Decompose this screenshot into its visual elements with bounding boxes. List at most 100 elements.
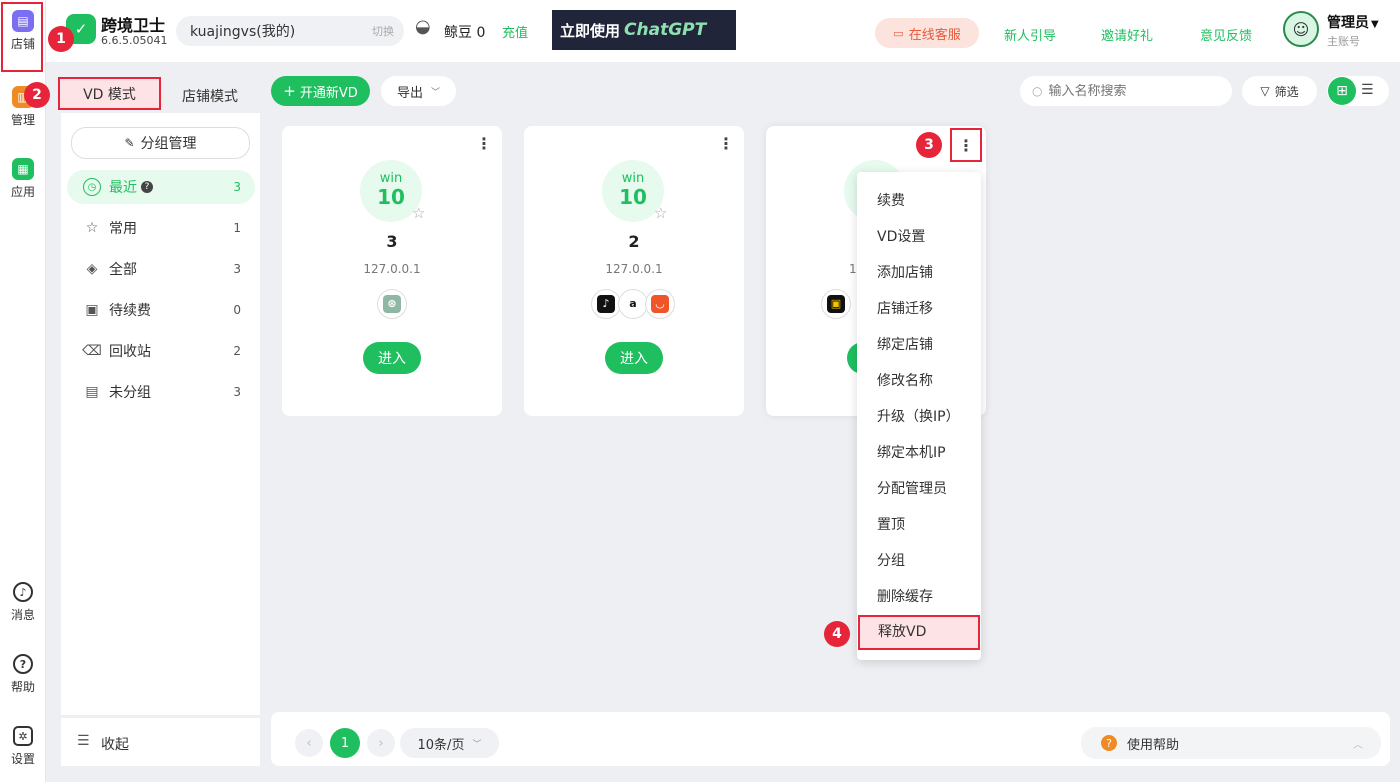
sidebar-item-pending-renewal[interactable]: ▣ 待续费 0 [67, 293, 255, 327]
page-number-current[interactable]: 1 [330, 728, 360, 758]
star-icon: ☆ [85, 220, 99, 236]
chatgpt-icon: ⊛ [377, 289, 407, 319]
rail-label: 管理 [10, 113, 35, 127]
tab-vd-mode[interactable]: VD 模式 [58, 77, 161, 110]
user-name: 管理员 [1327, 15, 1369, 31]
chevron-down-icon: ﹀ [431, 87, 441, 98]
vd-card[interactable]: ⋮ win 10 ☆ 3 127.0.0.1 ⊛ 进入 [282, 126, 502, 416]
group-manage-button[interactable]: ✎ 分组管理 [71, 127, 250, 159]
edit-icon: ✎ [124, 136, 135, 150]
menu-item-add-shop[interactable]: 添加店铺 [877, 255, 933, 291]
menu-item-migrate-shop[interactable]: 店铺迁移 [877, 291, 933, 327]
amazon-icon: a [618, 289, 648, 319]
view-toggle: ⊞ ☰ [1327, 76, 1389, 106]
recharge-link[interactable]: 充值 [502, 22, 528, 41]
os-name: win [621, 171, 645, 186]
shopee-icon: ▣ [821, 289, 851, 319]
collapse-sidebar-button[interactable]: ☰ 收起 [61, 718, 260, 766]
marker-1: 1 [48, 26, 74, 52]
new-vd-button[interactable]: + 开通新VD [271, 76, 370, 106]
app-version: 6.6.5.05041 [101, 34, 168, 47]
left-rail: ▤ 店铺 ▥ 管理 ▦ 应用 ♪ 消息 ? 帮助 ✲ 设置 [0, 0, 46, 782]
menu-item-group[interactable]: 分组 [877, 543, 905, 579]
next-page-button[interactable]: › [367, 729, 395, 757]
menu-item-vd-settings[interactable]: VD设置 [877, 219, 925, 255]
marker-2: 2 [24, 82, 50, 108]
highlight-box-1 [1, 2, 43, 72]
account-switcher[interactable]: kuajingvs(我的) 切换 [176, 16, 404, 46]
rail-item-messages[interactable]: ♪ 消息 [0, 582, 46, 623]
vd-card[interactable]: ⋮ win 10 ☆ 2 127.0.0.1 ♪ a ◡ 进入 [524, 126, 744, 416]
enter-button[interactable]: 进入 [605, 342, 663, 374]
sidebar-item-label: 回收站 [109, 344, 151, 360]
chevron-down-icon: ﹀ [472, 739, 482, 750]
sidebar-item-favorites[interactable]: ☆ 常用 1 [67, 211, 255, 245]
menu-item-assign-admin[interactable]: 分配管理员 [877, 471, 947, 507]
filter-button[interactable]: ▽ 筛选 [1242, 76, 1317, 106]
rail-item-apps[interactable]: ▦ 应用 [0, 158, 46, 200]
help-circle-icon: ? [1101, 735, 1117, 751]
gear-icon: ✲ [13, 726, 33, 746]
list-view-icon[interactable]: ☰ [1361, 82, 1374, 98]
vd-ip: 127.0.0.1 [605, 262, 663, 276]
sidebar-item-recent[interactable]: ◷ 最近 ? 3 [67, 170, 255, 204]
favorite-star-icon[interactable]: ☆ [412, 204, 425, 222]
more-menu-icon[interactable]: ⋮ [950, 128, 982, 162]
new-user-guide-link[interactable]: 新人引导 [1004, 25, 1056, 44]
enter-button[interactable]: 进入 [363, 342, 421, 374]
marker-4: 4 [824, 621, 850, 647]
menu-item-renew[interactable]: 续费 [877, 183, 905, 219]
favorite-star-icon[interactable]: ☆ [654, 204, 667, 222]
trash-icon: ⌫ [82, 343, 102, 359]
sidebar-item-label: 常用 [109, 221, 137, 237]
menu-item-bind-shop[interactable]: 绑定店铺 [877, 327, 933, 363]
menu-item-pin-top[interactable]: 置顶 [877, 507, 905, 543]
sidebar-item-count: 3 [233, 180, 241, 194]
sidebar-item-label: 待续费 [109, 303, 151, 319]
menu-item-rename[interactable]: 修改名称 [877, 363, 933, 399]
tab-shop-mode[interactable]: 店铺模式 [182, 86, 238, 106]
collapse-icon: ☰ [77, 733, 90, 749]
sidebar-item-label: 最近 [109, 180, 137, 196]
export-label: 导出 [396, 85, 423, 101]
search-box[interactable]: ○ [1020, 76, 1232, 106]
filter-label: 筛选 [1274, 84, 1299, 99]
rail-item-help[interactable]: ? 帮助 [0, 654, 46, 695]
menu-item-upgrade-ip[interactable]: 升级（换IP） [877, 399, 960, 435]
search-input[interactable] [1048, 83, 1219, 99]
banner-product: ChatGPT [624, 20, 707, 40]
online-service-button[interactable]: ▭ 在线客服 [875, 18, 979, 48]
chatgpt-banner[interactable]: 立即使用 ChatGPT [552, 10, 736, 50]
grid-view-icon[interactable]: ⊞ [1328, 77, 1356, 105]
more-menu-icon[interactable]: ⋮ [718, 136, 734, 152]
export-dropdown[interactable]: 导出 ﹀ [381, 76, 456, 106]
user-menu[interactable]: 管理员 ▼ [1327, 12, 1379, 32]
folder-icon: ▤ [85, 384, 99, 400]
sidebar-item-count: 1 [233, 221, 241, 235]
clock-icon: ◷ [83, 178, 101, 196]
invite-link[interactable]: 邀请好礼 [1101, 25, 1153, 44]
pagination-bar: ‹ 1 › 10条/页 ﹀ ? 使用帮助 ︿ [271, 712, 1390, 766]
menu-item-bind-local-ip[interactable]: 绑定本机IP [877, 435, 946, 471]
menu-item-release-vd[interactable]: 释放VD [858, 615, 980, 650]
marker-3: 3 [916, 132, 942, 158]
help-icon: ? [13, 654, 33, 674]
feedback-link[interactable]: 意见反馈 [1200, 25, 1252, 44]
sidebar-item-count: 3 [233, 262, 241, 276]
page-size-select[interactable]: 10条/页 ﹀ [400, 728, 499, 758]
context-menu: 续费 VD设置 添加店铺 店铺迁移 绑定店铺 修改名称 升级（换IP） 绑定本机… [857, 172, 981, 660]
plus-icon: + [283, 82, 296, 100]
aliexpress-icon: ◡ [645, 289, 675, 319]
rail-item-settings[interactable]: ✲ 设置 [0, 726, 46, 767]
more-menu-icon[interactable]: ⋮ [476, 136, 492, 152]
menu-item-clear-cache[interactable]: 删除缓存 [877, 579, 933, 615]
banner-prefix: 立即使用 [560, 21, 621, 40]
avatar[interactable]: ☺ [1283, 11, 1319, 47]
prev-page-button[interactable]: ‹ [295, 729, 323, 757]
help-bar[interactable]: ? 使用帮助 ︿ [1081, 727, 1381, 759]
apps-icon: ▦ [12, 158, 34, 180]
sidebar-item-ungrouped[interactable]: ▤ 未分组 3 [67, 375, 255, 409]
sidebar-item-all[interactable]: ◈ 全部 3 [67, 252, 255, 286]
sidebar-item-recycle-bin[interactable]: ⌫ 回收站 2 [67, 334, 255, 368]
switch-account-link[interactable]: 切换 [372, 23, 394, 39]
